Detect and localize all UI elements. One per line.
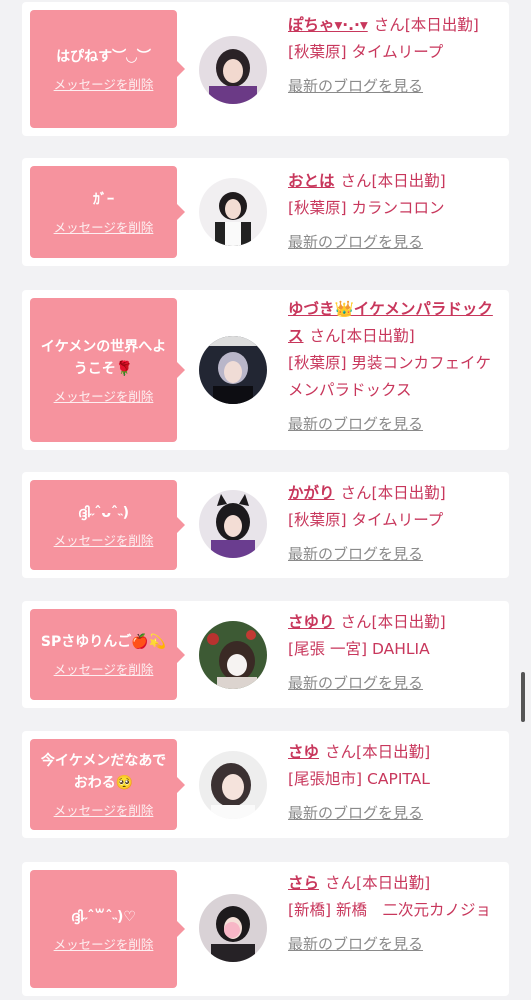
- cast-name-link[interactable]: おとは: [288, 172, 335, 190]
- message-text: 今イケメンだなあでおわる🥺: [40, 753, 167, 791]
- latest-blog-link[interactable]: 最新のブログを見る: [288, 411, 498, 438]
- honorific: さん: [340, 172, 372, 190]
- cast-name-link[interactable]: かがり: [288, 484, 335, 502]
- cast-name-link[interactable]: さら: [288, 874, 319, 892]
- latest-blog-link[interactable]: 最新のブログを見る: [288, 73, 498, 100]
- avatar[interactable]: [199, 336, 267, 404]
- status-text: [本日出勤]: [340, 327, 415, 345]
- cast-info: ゆづき👑イケメンパラドックス さん[本日出勤] [秋葉原] 男装コンカフェイケメン…: [288, 296, 498, 438]
- area-text: [秋葉原]: [288, 511, 347, 529]
- latest-blog-link[interactable]: 最新のブログを見る: [288, 229, 498, 256]
- status-text: [本日出勤]: [371, 484, 446, 502]
- cast-name-link[interactable]: ぽちゃ▾·.·▾: [288, 16, 368, 34]
- area-text: [秋葉原]: [288, 43, 347, 61]
- area-text: [尾張 一宮]: [288, 640, 368, 658]
- avatar[interactable]: [199, 178, 267, 246]
- status-text: [本日出勤]: [356, 743, 431, 761]
- message-text: SPさゆりんご🍎💫: [40, 634, 167, 650]
- favorite-card: ദ്ദി˶ˆᴗˆ˵) メッセージを削除 かがり さん[本日出勤] [秋葉原] タイ…: [22, 472, 509, 578]
- scrollbar[interactable]: [521, 672, 525, 722]
- cast-info: おとは さん[本日出勤] [秋葉原] カランコロン 最新のブログを見る: [288, 168, 498, 256]
- avatar[interactable]: [199, 894, 267, 962]
- cast-info: さら さん[本日出勤] [新橋] 新橋 二次元カノジョ 最新のブログを見る: [288, 870, 498, 958]
- honorific: さん: [340, 484, 372, 502]
- delete-message-link[interactable]: メッセージを削除: [54, 659, 154, 678]
- area-text: [秋葉原]: [288, 354, 347, 372]
- cast-info: さゆ さん[本日出勤] [尾張旭市] CAPITAL 最新のブログを見る: [288, 739, 498, 827]
- message-bubble: SPさゆりんご🍎💫 メッセージを削除: [30, 609, 185, 700]
- shop-name: CAPITAL: [367, 770, 430, 788]
- cast-info: さゆり さん[本日出勤] [尾張 一宮] DAHLIA 最新のブログを見る: [288, 609, 498, 697]
- cast-info: かがり さん[本日出勤] [秋葉原] タイムリープ 最新のブログを見る: [288, 480, 498, 568]
- honorific: さん: [340, 613, 372, 631]
- latest-blog-link[interactable]: 最新のブログを見る: [288, 670, 498, 697]
- favorite-card: イケメンの世界へようこそ🌹 メッセージを削除 ゆづき👑イケメンパラドックス さん[…: [22, 290, 509, 450]
- delete-message-link[interactable]: メッセージを削除: [54, 217, 154, 236]
- delete-message-link[interactable]: メッセージを削除: [54, 386, 154, 405]
- message-text: ദ്ദി˶ˆ꒳ˆ˵)♡: [71, 908, 136, 925]
- honorific: さん: [325, 874, 357, 892]
- favorite-card: ദ്ദി˶ˆ꒳ˆ˵)♡ メッセージを削除 さら さん[本日出勤] [新橋] 新橋 …: [22, 862, 509, 996]
- message-bubble: はぴねす︶◡︶ メッセージを削除: [30, 10, 185, 128]
- cast-name-link[interactable]: さゆ: [288, 743, 319, 761]
- shop-name: タイムリープ: [351, 511, 444, 529]
- status-text: [本日出勤]: [371, 613, 446, 631]
- cast-name-link[interactable]: さゆり: [288, 613, 335, 631]
- message-bubble: 今イケメンだなあでおわる🥺 メッセージを削除: [30, 739, 185, 830]
- status-text: [本日出勤]: [404, 16, 479, 34]
- avatar[interactable]: [199, 621, 267, 689]
- area-text: [尾張旭市]: [288, 770, 363, 788]
- honorific: さん: [373, 16, 405, 34]
- message-text: はぴねす︶◡︶: [56, 48, 151, 65]
- favorite-card: SPさゆりんご🍎💫 メッセージを削除 さゆり さん[本日出勤] [尾張 一宮] D…: [22, 601, 509, 708]
- shop-name: DAHLIA: [371, 640, 430, 658]
- status-text: [本日出勤]: [371, 172, 446, 190]
- area-text: [新橋]: [288, 901, 332, 919]
- shop-name: タイムリープ: [351, 43, 444, 61]
- shop-name: カランコロン: [351, 199, 445, 217]
- avatar[interactable]: [199, 490, 267, 558]
- message-bubble: ദ്ദി˶ˆᴗˆ˵) メッセージを削除: [30, 480, 185, 570]
- delete-message-link[interactable]: メッセージを削除: [54, 74, 154, 93]
- message-bubble: ദ്ദി˶ˆ꒳ˆ˵)♡ メッセージを削除: [30, 870, 185, 988]
- delete-message-link[interactable]: メッセージを削除: [54, 530, 154, 549]
- latest-blog-link[interactable]: 最新のブログを見る: [288, 800, 498, 827]
- message-text: ദ്ദി˶ˆᴗˆ˵): [77, 504, 130, 521]
- favorite-card: ｶﾞｰ メッセージを削除 おとは さん[本日出勤] [秋葉原] カランコロン 最新…: [22, 158, 509, 266]
- favorite-card: 今イケメンだなあでおわる🥺 メッセージを削除 さゆ さん[本日出勤] [尾張旭市]…: [22, 731, 509, 838]
- avatar[interactable]: [199, 751, 267, 819]
- delete-message-link[interactable]: メッセージを削除: [54, 934, 154, 953]
- favorite-card: はぴねす︶◡︶ メッセージを削除 ぽちゃ▾·.·▾ さん[本日出勤] [秋葉原] …: [22, 2, 509, 136]
- message-bubble: イケメンの世界へようこそ🌹 メッセージを削除: [30, 298, 185, 442]
- honorific: さん: [309, 327, 341, 345]
- status-text: [本日出勤]: [356, 874, 431, 892]
- message-text: イケメンの世界へようこそ🌹: [40, 338, 167, 377]
- avatar[interactable]: [199, 36, 267, 104]
- cast-info: ぽちゃ▾·.·▾ さん[本日出勤] [秋葉原] タイムリープ 最新のブログを見る: [288, 12, 498, 100]
- area-text: [秋葉原]: [288, 199, 347, 217]
- honorific: さん: [325, 743, 357, 761]
- shop-name: 新橋 二次元カノジョ: [336, 901, 492, 919]
- delete-message-link[interactable]: メッセージを削除: [54, 800, 154, 819]
- latest-blog-link[interactable]: 最新のブログを見る: [288, 541, 498, 568]
- latest-blog-link[interactable]: 最新のブログを見る: [288, 931, 498, 958]
- message-text: ｶﾞｰ: [93, 191, 114, 208]
- message-bubble: ｶﾞｰ メッセージを削除: [30, 166, 185, 258]
